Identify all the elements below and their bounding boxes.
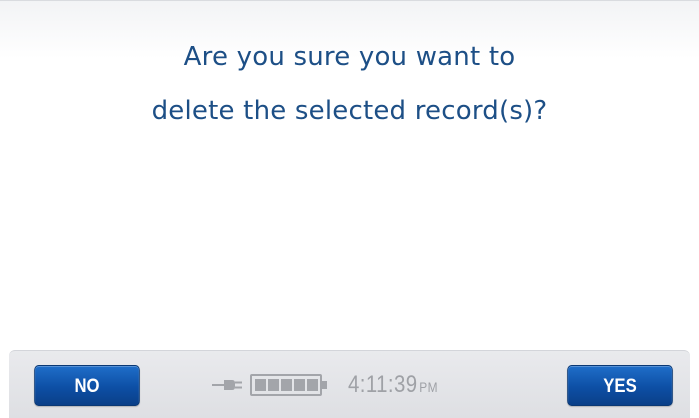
battery-cell <box>307 379 318 391</box>
no-button[interactable]: NO <box>34 365 140 406</box>
confirm-delete-screen: Are you sure you want to delete the sele… <box>0 0 699 418</box>
clock-time: 4:11:39 <box>348 371 418 398</box>
confirmation-message: Are you sure you want to delete the sele… <box>0 30 699 138</box>
clock-display: 4:11:39 PM <box>348 371 438 399</box>
message-line-2: delete the selected record(s)? <box>151 96 548 126</box>
plug-icon <box>212 380 242 390</box>
message-line-1: Are you sure you want to <box>183 42 516 72</box>
battery-cell <box>268 379 279 391</box>
battery-cell <box>281 379 292 391</box>
battery-cells <box>255 379 318 391</box>
battery-cell <box>294 379 305 391</box>
battery-icon <box>250 374 327 396</box>
battery-cell <box>255 379 266 391</box>
top-divider <box>0 0 699 1</box>
footer-bar: NO 4:11:39 PM YES <box>9 350 690 418</box>
status-area: 4:11:39 PM <box>212 367 454 403</box>
clock-ampm: PM <box>419 379 438 395</box>
yes-button[interactable]: YES <box>567 365 673 406</box>
